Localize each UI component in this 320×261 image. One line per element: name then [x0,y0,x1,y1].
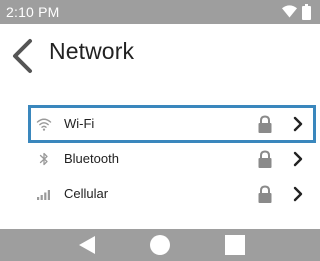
chevron-right-icon [293,151,303,167]
wifi-signal-icon [282,5,297,18]
lock-icon [258,150,272,168]
network-item-cellular[interactable]: Cellular [30,177,314,211]
cellular-signal-icon [37,190,50,200]
network-item-label: Bluetooth [64,151,119,166]
status-bar: 2:10 PM [0,0,320,24]
page-header: Network [0,24,320,84]
network-item-label: Wi-Fi [64,116,95,131]
chevron-right-icon [293,186,303,202]
network-item-wifi[interactable]: Wi-Fi [28,105,316,143]
lock-icon [258,185,272,203]
network-item-label: Cellular [64,186,109,201]
bluetooth-icon [39,152,48,166]
nav-back-button[interactable] [78,235,96,255]
page-title: Network [49,38,135,64]
lock-icon [258,115,272,133]
chevron-right-icon [293,116,303,132]
system-nav-bar [0,229,320,261]
status-time: 2:10 PM [6,4,60,20]
back-button[interactable] [8,38,36,74]
wifi-icon [36,118,52,131]
network-item-bluetooth[interactable]: Bluetooth [30,142,314,176]
nav-recents-button[interactable] [225,235,245,255]
nav-home-button[interactable] [150,235,170,255]
battery-icon [302,4,311,20]
